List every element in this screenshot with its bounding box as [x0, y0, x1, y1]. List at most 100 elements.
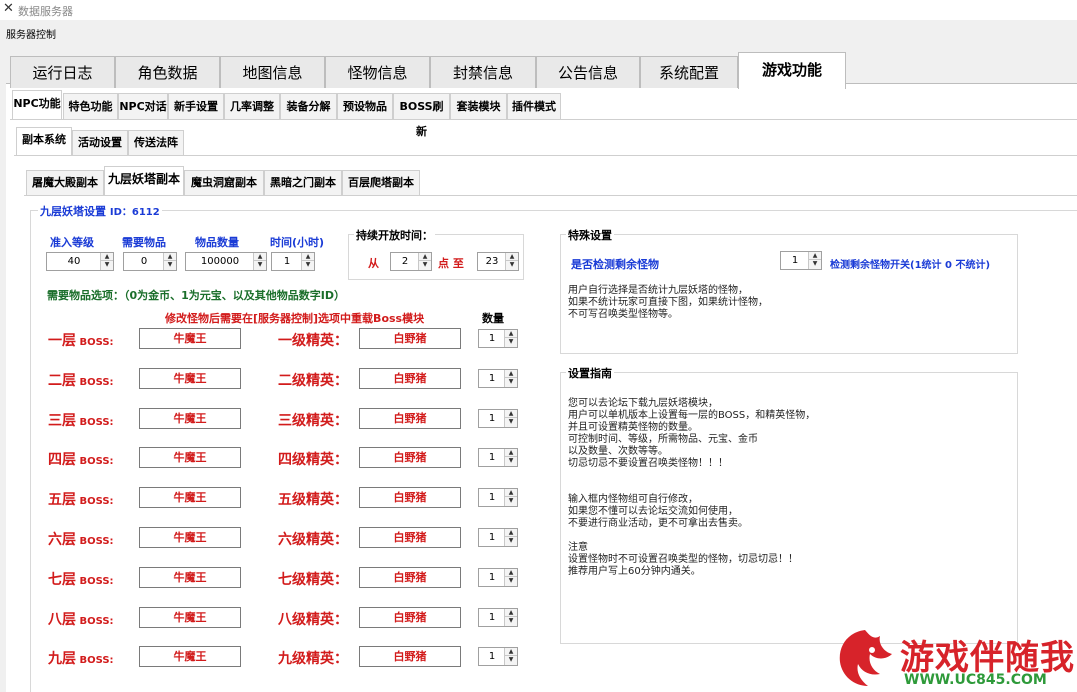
item-stepper[interactable]: 0 ▲ ▼	[123, 252, 177, 271]
item-hint: 需要物品选项：（0为金币、1为元宝、以及其他物品数字ID）	[47, 289, 346, 302]
elite-input-5[interactable]: 白野猪	[359, 527, 461, 548]
floor-label-3: 四层 BOSS:	[48, 452, 114, 469]
level-stepper[interactable]: 40 ▲ ▼	[46, 252, 114, 271]
elite-count-stepper-3[interactable]: 1 ▲ ▼	[478, 448, 518, 468]
boss-input-7[interactable]: 牛魔王	[139, 606, 241, 628]
sub-tab-1[interactable]: 特色功能	[63, 93, 118, 119]
label-level: 准入等级	[50, 236, 94, 249]
from-label: 从	[368, 257, 379, 270]
elite-count-stepper-8[interactable]: 1 ▲ ▼	[478, 647, 518, 667]
elite-label-2: 三级精英：	[278, 412, 348, 429]
special-settings-title: 特殊设置	[566, 227, 614, 243]
divider	[10, 119, 1077, 120]
elite-count-stepper-5[interactable]: 1 ▲ ▼	[478, 528, 518, 547]
site-watermark: 游戏伴随我 WWW.UC845.COM	[830, 624, 1077, 692]
main-tab-1[interactable]: 角色数据	[115, 56, 220, 88]
sub-tab-6[interactable]: 预设物品	[337, 93, 393, 119]
boss-input-6[interactable]: 牛魔王	[139, 566, 241, 588]
boss-input-3[interactable]: 牛魔王	[139, 447, 241, 469]
label-time: 时间(小时)	[270, 236, 325, 249]
main-tab-6[interactable]: 系统配置	[640, 56, 738, 88]
elite-input-7[interactable]: 白野猪	[359, 606, 461, 628]
elite-count-stepper-0[interactable]: 1 ▲ ▼	[478, 329, 518, 348]
elite-label-8: 九级精英：	[278, 651, 348, 668]
label-item: 需要物品	[122, 236, 166, 249]
main-tab-5[interactable]: 公告信息	[536, 56, 640, 88]
sub2-tab-1[interactable]: 活动设置	[72, 130, 128, 155]
dungeon-tab-2[interactable]: 魔虫洞窟副本	[184, 170, 264, 195]
sub-tab-2[interactable]: NPC对话	[118, 93, 168, 119]
dragon-logo-icon	[839, 630, 892, 686]
elite-count-stepper-6[interactable]: 1 ▲ ▼	[478, 567, 518, 587]
check-remaining-stepper[interactable]: 1 ▲ ▼	[780, 251, 822, 270]
window-title: 数据服务器	[18, 5, 73, 18]
floor-label-2: 三层 BOSS:	[48, 412, 114, 429]
end-hour-stepper[interactable]: 23 ▲ ▼	[477, 252, 519, 271]
sub-tab-0[interactable]: NPC功能	[12, 90, 62, 120]
elite-label-5: 六级精英：	[278, 532, 348, 548]
boss-input-5[interactable]: 牛魔王	[139, 527, 241, 548]
dungeon-tab-1[interactable]: 九层妖塔副本	[104, 166, 184, 196]
guide-text: 您可以去论坛下载九层妖塔模块， 用户可以单机版本上设置每一层的BOSS，和精英怪…	[568, 398, 816, 577]
sub-tab-7[interactable]: BOSS刷新	[393, 93, 450, 138]
dungeon-tab-3[interactable]: 黑暗之门副本	[264, 170, 342, 195]
elite-label-3: 四级精英：	[278, 452, 348, 469]
elite-count-stepper-1[interactable]: 1 ▲ ▼	[478, 368, 518, 388]
elite-count-stepper-7[interactable]: 1 ▲ ▼	[478, 607, 518, 627]
special-description: 用户自行选择是否统计九层妖塔的怪物， 如果不统计玩家可直接下图，如果统计怪物， …	[568, 285, 768, 320]
floor-label-0: 一层 BOSS:	[48, 333, 114, 349]
boss-input-4[interactable]: 牛魔王	[139, 487, 241, 509]
check-switch-label: 检测剩余怪物开关(1统计 0 不统计)	[830, 260, 991, 271]
elite-input-1[interactable]: 白野猪	[359, 367, 461, 389]
time-stepper[interactable]: 1 ▲ ▼	[271, 252, 315, 271]
divider	[24, 195, 1077, 196]
close-icon[interactable]: ✕	[3, 1, 14, 16]
qty-stepper[interactable]: 100000 ▲ ▼	[185, 252, 267, 271]
modify-hint: 修改怪物后需要在[服务器控制]选项中重载Boss模块	[165, 312, 425, 325]
elite-label-1: 二级精英：	[278, 372, 348, 389]
floor-label-8: 九层 BOSS:	[48, 651, 114, 668]
elite-label-6: 七级精英：	[278, 571, 348, 588]
elite-count-stepper-2[interactable]: 1 ▲ ▼	[478, 408, 518, 428]
start-hour-stepper[interactable]: 2 ▲ ▼	[390, 252, 432, 271]
elite-input-4[interactable]: 白野猪	[359, 487, 461, 509]
window-titlebar: ✕ 数据服务器	[0, 0, 1077, 18]
tower-settings-title: 九层妖塔设置 ID：6112	[38, 203, 162, 219]
boss-input-0[interactable]: 牛魔王	[139, 328, 241, 349]
boss-input-8[interactable]: 牛魔王	[139, 646, 241, 668]
elite-input-8[interactable]: 白野猪	[359, 646, 461, 668]
dungeon-tab-0[interactable]: 屠魔大殿副本	[26, 170, 104, 195]
main-tab-0[interactable]: 运行日志	[10, 56, 115, 88]
boss-input-2[interactable]: 牛魔王	[139, 407, 241, 429]
divider	[14, 155, 1077, 156]
main-tab-2[interactable]: 地图信息	[220, 56, 325, 88]
main-tab-3[interactable]: 怪物信息	[325, 56, 430, 88]
check-remaining-label: 是否检测剩余怪物	[571, 258, 659, 271]
elite-input-0[interactable]: 白野猪	[359, 328, 461, 349]
floor-label-7: 八层 BOSS:	[48, 611, 114, 628]
elite-input-3[interactable]: 白野猪	[359, 447, 461, 469]
sub-tab-4[interactable]: 几率调整	[224, 93, 280, 119]
sub-tab-5[interactable]: 装备分解	[280, 93, 337, 119]
elite-label-4: 五级精英：	[278, 492, 348, 509]
boss-input-1[interactable]: 牛魔王	[139, 367, 241, 389]
elite-input-6[interactable]: 白野猪	[359, 566, 461, 588]
watermark-url: WWW.UC845.COM	[904, 672, 1047, 688]
main-tab-4[interactable]: 封禁信息	[430, 56, 536, 88]
sub2-tab-2[interactable]: 传送法阵	[128, 130, 184, 155]
floor-label-1: 二层 BOSS:	[48, 372, 114, 389]
sub-tab-3[interactable]: 新手设置	[168, 93, 224, 119]
guide-title: 设置指南	[566, 365, 614, 381]
main-tab-7[interactable]: 游戏功能	[738, 52, 846, 89]
elite-count-stepper-4[interactable]: 1 ▲ ▼	[478, 488, 518, 508]
elite-label-7: 八级精英：	[278, 611, 348, 628]
dungeon-tab-4[interactable]: 百层爬塔副本	[342, 170, 420, 195]
elite-input-2[interactable]: 白野猪	[359, 407, 461, 429]
menu-server-control[interactable]: 服务器控制	[6, 26, 56, 41]
sub-tab-9[interactable]: 插件模式	[507, 93, 561, 119]
floor-label-6: 七层 BOSS:	[48, 571, 114, 588]
floor-label-4: 五层 BOSS:	[48, 492, 114, 509]
sub2-tab-0[interactable]: 副本系统	[16, 127, 72, 156]
sub-tab-8[interactable]: 套装模块	[450, 93, 507, 119]
menu-bar: 服务器控制	[0, 20, 1077, 48]
